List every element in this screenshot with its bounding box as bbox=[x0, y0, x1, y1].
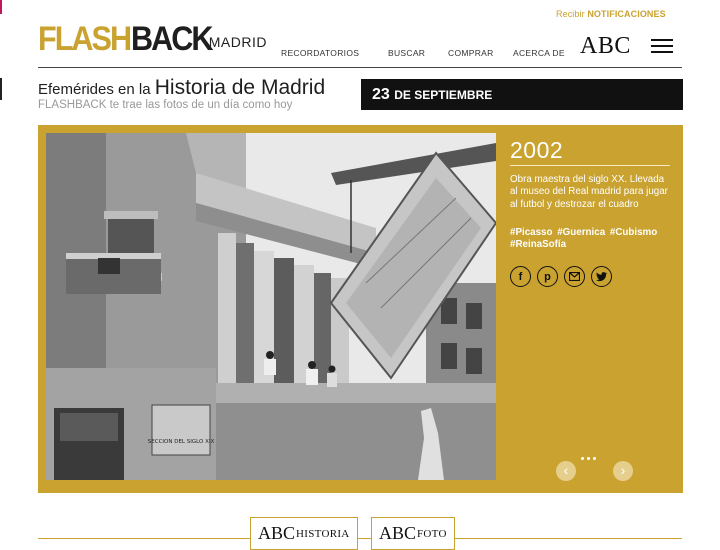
previous-slide-button[interactable]: ‹ bbox=[556, 461, 576, 481]
flashback-madrid-logo[interactable]: FLASH BACK MADRID bbox=[38, 20, 267, 56]
abc-logo[interactable]: ABC bbox=[580, 33, 631, 60]
pinterest-icon[interactable]: p bbox=[537, 266, 558, 287]
tag-guernica[interactable]: #Guernica bbox=[557, 227, 605, 238]
edge-mark bbox=[0, 0, 2, 14]
tag-picasso[interactable]: #Picasso bbox=[510, 227, 552, 238]
footer-divider bbox=[38, 538, 682, 539]
abc-foto-suffix: FOTO bbox=[417, 527, 447, 540]
twitter-icon[interactable] bbox=[591, 266, 612, 287]
page-title-part2: Historia de Madrid bbox=[154, 76, 326, 99]
abc-foto-abc: ABC bbox=[379, 523, 417, 543]
slide-tags: #Picasso #Guernica #Cubismo #ReinaSofía bbox=[510, 227, 670, 252]
museum-photo-illustration: SECCION DEL SIGLO XIX bbox=[46, 133, 496, 480]
date-month: DE SEPTIEMBRE bbox=[394, 88, 493, 102]
abc-historia-abc: ABC bbox=[258, 523, 296, 543]
logo-madrid: MADRID bbox=[208, 34, 267, 50]
tag-reinasofia[interactable]: #ReinaSofía bbox=[510, 239, 566, 250]
edge-mark bbox=[0, 78, 2, 100]
tag-cubismo[interactable]: #Cubismo bbox=[610, 227, 657, 238]
page-subtitle: FLASHBACK te trae las fotos de un día co… bbox=[38, 99, 293, 111]
nav-buscar[interactable]: BUSCAR bbox=[388, 48, 425, 58]
page-title-part1: Efemérides en la bbox=[38, 81, 151, 98]
nav-comprar[interactable]: COMPRAR bbox=[448, 48, 494, 58]
page-title: Efemérides en la Historia de Madrid bbox=[38, 76, 325, 100]
photo-plaque-text: SECCION DEL SIGLO XIX bbox=[148, 439, 215, 445]
header-divider bbox=[38, 67, 682, 68]
logo-flash: FLASH bbox=[38, 20, 132, 58]
logo-back: BACK bbox=[131, 20, 213, 58]
slide-description: Obra maestra del siglo XX. Llevada al mu… bbox=[510, 174, 668, 210]
notifications-label: NOTIFICACIONES bbox=[587, 9, 666, 19]
nav-acerca-de[interactable]: ACERCA DE bbox=[513, 48, 565, 58]
slide-indicator bbox=[581, 457, 596, 460]
year-divider bbox=[510, 165, 670, 166]
abc-foto-link[interactable]: ABC FOTO bbox=[371, 517, 455, 550]
nav-recordatorios[interactable]: RECORDATORIOS bbox=[281, 48, 359, 58]
notifications-prefix: Recibir bbox=[556, 9, 585, 19]
facebook-icon[interactable]: f bbox=[510, 266, 531, 287]
slide-dot[interactable] bbox=[581, 457, 584, 460]
date-day: 23 bbox=[372, 86, 390, 103]
slide-year: 2002 bbox=[510, 137, 564, 163]
photo-gallery: SECCION DEL SIGLO XIX 2002 Obra maestra … bbox=[38, 125, 683, 493]
slide-dot[interactable] bbox=[587, 457, 590, 460]
date-banner: 23 DE SEPTIEMBRE bbox=[361, 79, 683, 110]
abc-historia-suffix: HISTORIA bbox=[296, 527, 350, 540]
email-icon[interactable] bbox=[564, 266, 585, 287]
notifications-link[interactable]: Recibir NOTIFICACIONES bbox=[556, 9, 666, 19]
abc-historia-link[interactable]: ABC HISTORIA bbox=[250, 517, 358, 550]
slide-dot[interactable] bbox=[593, 457, 596, 460]
next-slide-button[interactable]: › bbox=[613, 461, 633, 481]
gallery-photo[interactable]: SECCION DEL SIGLO XIX bbox=[46, 133, 496, 480]
hamburger-icon[interactable] bbox=[651, 38, 673, 54]
